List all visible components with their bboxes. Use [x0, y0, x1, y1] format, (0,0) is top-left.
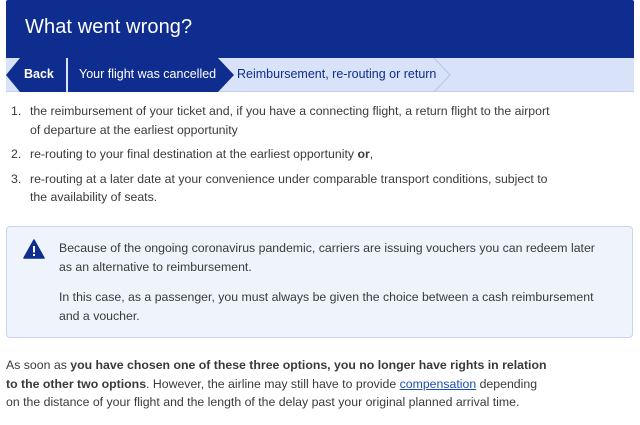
breadcrumb: Back Your flight was cancelled Reimburse…	[6, 58, 634, 92]
page-title: What went wrong?	[25, 16, 193, 38]
notice-paragraph: In this case, as a passenger, you must a…	[59, 288, 607, 325]
list-item-text-line: re-routing at a later date at your conve…	[30, 171, 548, 186]
list-item-text-line: the reimbursement of your ticket and, if…	[30, 104, 550, 118]
list-item: 2. re-routing to your final destination …	[6, 145, 626, 164]
options-list: 1. the reimbursement of your ticket and,…	[6, 102, 626, 213]
footer-line: As soon as you have chosen one of these …	[6, 356, 626, 375]
footer-text: depending	[476, 376, 538, 391]
notice-text-line: Because of the ongoing coronavirus pande…	[59, 241, 595, 255]
list-item: 3. re-routing at a later date at your co…	[6, 170, 626, 207]
footer-line: on the distance of your flight and the l…	[6, 395, 520, 409]
list-number: 1.	[11, 104, 22, 118]
footer-text: . However, the airline may still have to…	[146, 376, 400, 391]
notice-text-line: In this case, as a passenger, you must a…	[59, 290, 594, 304]
notice-text-line: and a voucher.	[59, 308, 140, 323]
page-header: What went wrong?	[6, 0, 634, 58]
list-number: 3.	[11, 171, 22, 186]
breadcrumb-step-current: Reimbursement, re-routing or return	[237, 67, 437, 81]
list-number: 2.	[11, 147, 22, 161]
list-item-text: re-routing to your final destination at …	[30, 147, 358, 161]
breadcrumb-back-link[interactable]: Back	[24, 67, 54, 81]
list-item-emphasis: or	[357, 147, 370, 161]
notice-paragraph: Because of the ongoing coronavirus pande…	[59, 239, 607, 276]
footer-text: As soon as	[6, 358, 71, 372]
breadcrumb-step-cancelled[interactable]: Your flight was cancelled	[79, 67, 216, 81]
list-item-punct: ,	[369, 147, 374, 161]
footer-paragraph: As soon as you have chosen one of these …	[6, 356, 626, 412]
list-item-text-line: re-routing to your final destination at …	[30, 145, 626, 164]
notice-box: Because of the ongoing coronavirus pande…	[6, 226, 633, 338]
warning-icon	[23, 239, 45, 259]
list-item-text-line: the availability of seats.	[30, 190, 158, 204]
footer-emphasis: to the other two options	[6, 376, 147, 391]
list-item-text-line: of departure at the earliest opportunity	[30, 122, 238, 137]
footer-emphasis: you have chosen one of these three optio…	[70, 358, 547, 372]
list-item: 1. the reimbursement of your ticket and,…	[6, 102, 626, 139]
notice-text-line: as an alternative to reimbursement.	[59, 259, 252, 274]
breadcrumb-step2-arrow	[433, 58, 451, 92]
footer-line: to the other two options. However, the a…	[6, 375, 626, 394]
compensation-link[interactable]: compensation	[400, 377, 477, 391]
